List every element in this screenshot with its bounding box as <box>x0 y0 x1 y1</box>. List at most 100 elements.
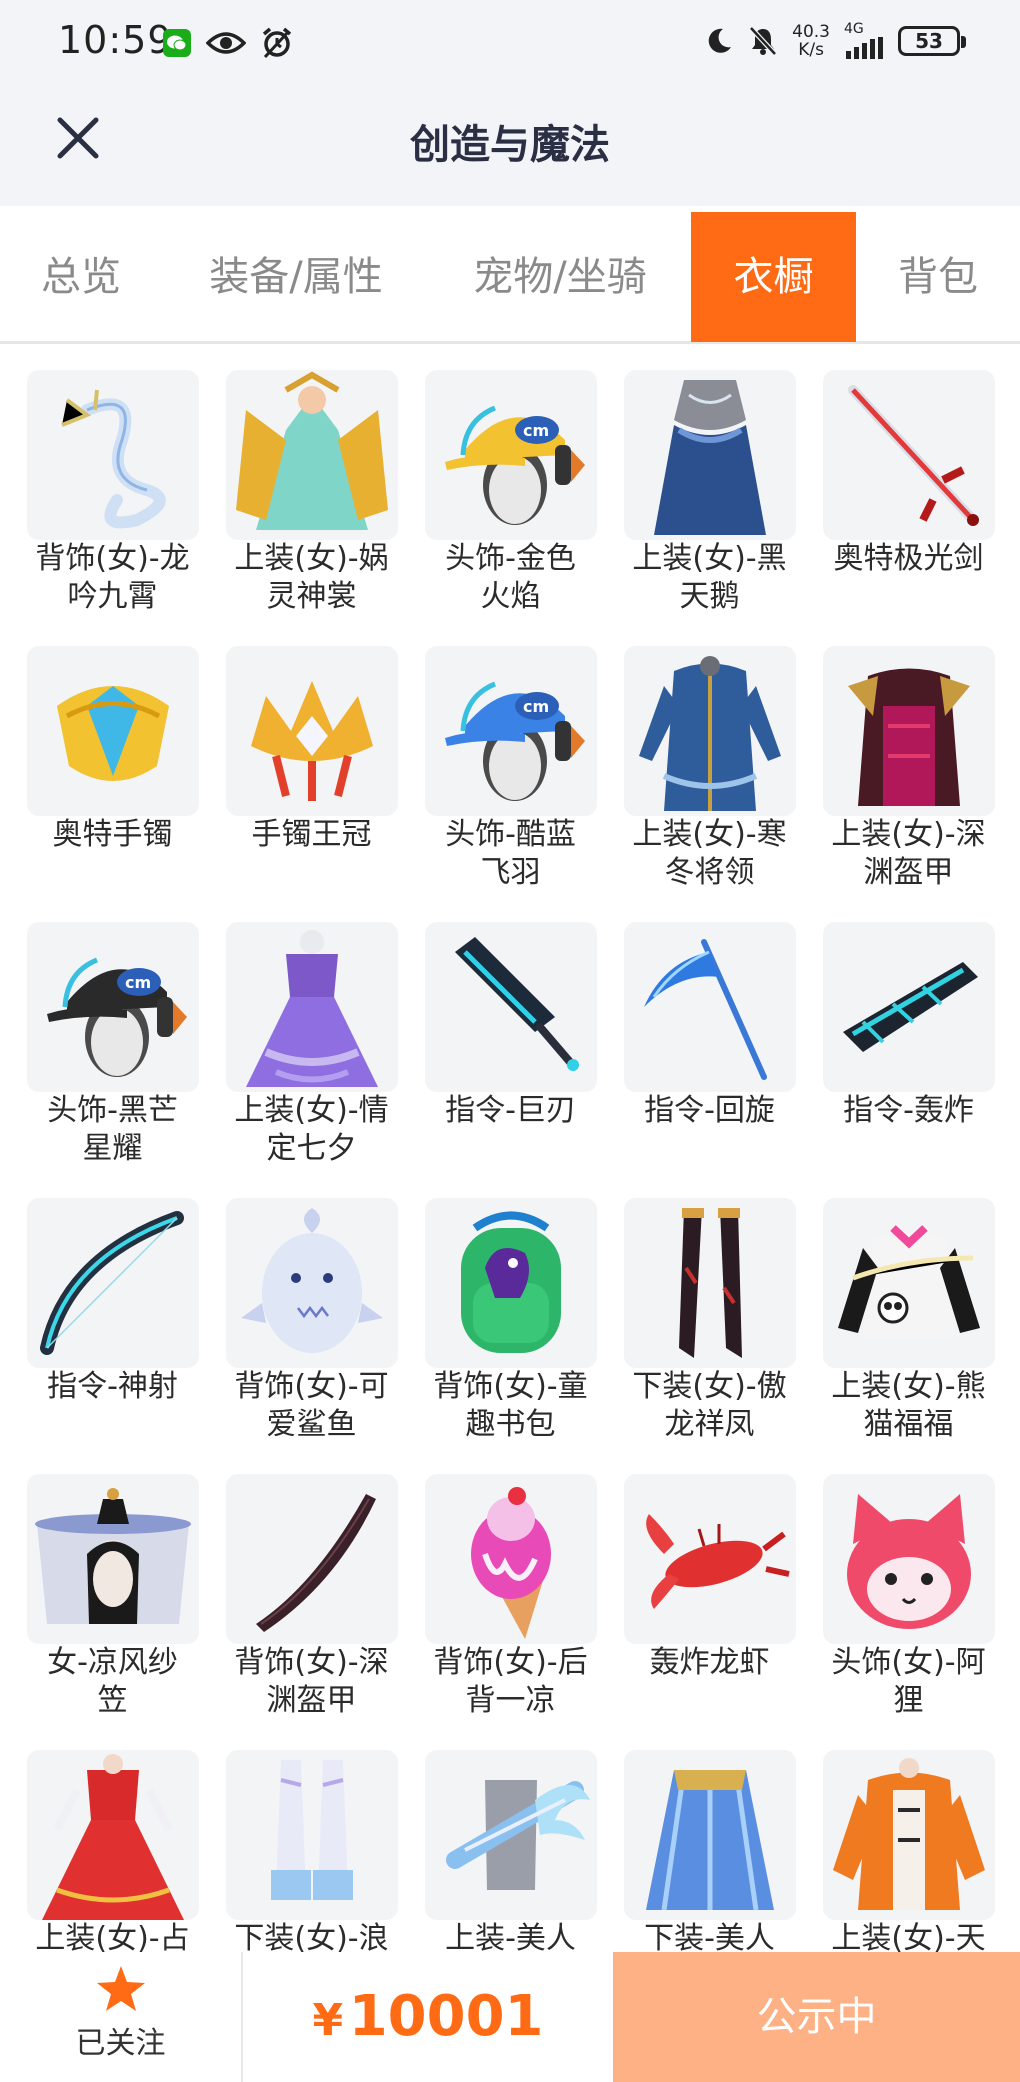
wardrobe-item[interactable]: 轰炸龙虾 <box>597 1449 796 1725</box>
item-label-line2: 灵神裳 <box>266 579 357 614</box>
tab-backpack[interactable]: 背包 <box>856 212 1020 342</box>
svg-text:cm: cm <box>523 421 549 440</box>
wardrobe-item[interactable]: 指令-回旋 <box>597 897 796 1173</box>
wardrobe-item[interactable]: 下装(女)-浪 <box>199 1725 398 1955</box>
item-label: 奥特手镯 <box>0 816 225 854</box>
item-label-line2: 飞羽 <box>480 855 541 890</box>
wing-shoulder-icon <box>425 1750 597 1920</box>
item-label-line1: 头饰-酷蓝 <box>445 817 576 852</box>
wardrobe-item[interactable]: 上装(女)-黑 天鹅 <box>597 345 796 621</box>
wardrobe-item[interactable]: 上装-美人 <box>398 1725 597 1955</box>
wardrobe-item[interactable]: cm 头饰-金色 火焰 <box>398 345 597 621</box>
item-label: 头饰-金色 火焰 <box>398 540 623 616</box>
item-label-line2: 天鹅 <box>679 579 740 614</box>
wardrobe-item[interactable]: 下装-美人 <box>597 1725 796 1955</box>
wardrobe-item[interactable]: 背饰(女)-龙 吟九霄 <box>0 345 199 621</box>
item-label-line1: 头饰-黑芒 <box>47 1093 178 1128</box>
item-label-line1: 头饰(女)-阿 <box>831 1645 986 1680</box>
wardrobe-item[interactable]: 指令-轰炸 <box>796 897 995 1173</box>
wardrobe-item[interactable]: 指令-神射 <box>0 1173 199 1449</box>
item-label-line1: 上装(女)-熊 <box>831 1369 986 1404</box>
item-label-line1: 下装-美人 <box>644 1921 775 1955</box>
wardrobe-item[interactable]: 背饰(女)-后 背一凉 <box>398 1449 597 1725</box>
wardrobe-item[interactable]: 奥特极光剑 <box>796 345 995 621</box>
item-label-line2: 吟九霄 <box>67 579 158 614</box>
wardrobe-item[interactable]: 上装(女)-娲 灵神裳 <box>199 345 398 621</box>
wardrobe-item[interactable]: 头饰(女)-阿狸 <box>796 1449 995 1725</box>
item-label-line1: 上装(女)-深 <box>831 817 986 852</box>
item-label-line1: 轰炸龙虾 <box>649 1645 770 1680</box>
wardrobe-item[interactable]: 上装(女)-情 定七夕 <box>199 897 398 1173</box>
status-bar: 10:59 40.3 K/s 4G 53 <box>0 0 1020 86</box>
wardrobe-item[interactable]: 上装(女)-深 渊盔甲 <box>796 621 995 897</box>
item-label-line1: 奥特手镯 <box>52 817 173 852</box>
item-label-line1: 背饰(女)-可 <box>234 1369 389 1404</box>
wardrobe-item[interactable]: cm 头饰-黑芒 星耀 <box>0 897 199 1173</box>
mute-bell-icon <box>749 25 777 56</box>
price: ¥ 10001 <box>243 1952 613 2082</box>
item-label-line1: 上装(女)-黑 <box>632 541 787 576</box>
item-label-line1: 上装(女)-寒 <box>632 817 787 852</box>
follow-button[interactable]: 已关注 <box>0 1952 243 2082</box>
item-label: 上装(女)-娲 灵神裳 <box>199 540 424 616</box>
wardrobe-item[interactable]: 上装(女)-寒 冬将领 <box>597 621 796 897</box>
alarm-icon <box>262 27 292 59</box>
wardrobe-item[interactable]: 背饰(女)-可 爱鲨鱼 <box>199 1173 398 1449</box>
price-value: 10001 <box>348 1984 544 2049</box>
item-label: 指令-回旋 <box>597 1092 822 1130</box>
item-label: 下装(女)-傲 龙祥凤 <box>597 1368 822 1444</box>
tab-overview[interactable]: 总览 <box>0 212 162 342</box>
currency-symbol: ¥ <box>312 1995 344 2046</box>
veil-hat-icon <box>27 1474 199 1644</box>
wardrobe-item[interactable]: 奥特手镯 <box>0 621 199 897</box>
network-type: 4G <box>844 21 864 37</box>
wardrobe-item[interactable]: 女-凉风纱笠 <box>0 1449 199 1725</box>
wardrobe-item[interactable]: 上装(女)-占 <box>0 1725 199 1955</box>
tab-bar: 总览 装备/属性 宠物/坐骑 衣橱 背包 <box>0 212 1020 344</box>
gunblade-icon <box>823 922 995 1092</box>
status-button[interactable]: 公示中 <box>613 1952 1020 2082</box>
status-left-icons <box>162 26 294 60</box>
wardrobe-item[interactable]: 背饰(女)-童 趣书包 <box>398 1173 597 1449</box>
item-label: 上装(女)-深 渊盔甲 <box>796 816 1020 892</box>
great-blade-icon <box>425 922 597 1092</box>
item-label-line1: 上装(女)-天 <box>831 1921 986 1955</box>
item-label-line2: 猫福福 <box>863 1407 954 1442</box>
wechat-icon <box>163 29 191 57</box>
item-label-line2: 笠 <box>97 1683 128 1718</box>
item-label-line1: 指令-巨刃 <box>445 1093 576 1128</box>
wardrobe-item[interactable]: cm 头饰-酷蓝 飞羽 <box>398 621 597 897</box>
bottom-bar: 已关注 ¥ 10001 公示中 <box>0 1952 1020 2082</box>
signal-group: 4G <box>844 22 884 59</box>
item-label-line2: 火焰 <box>480 579 541 614</box>
wardrobe-item[interactable]: 下装(女)-傲 龙祥凤 <box>597 1173 796 1449</box>
tab-pets[interactable]: 宠物/坐骑 <box>430 212 690 342</box>
eye-icon <box>206 32 246 54</box>
tab-equipment[interactable]: 装备/属性 <box>162 212 430 342</box>
star-icon <box>97 1966 145 2011</box>
wardrobe-item[interactable]: 手镯王冠 <box>199 621 398 897</box>
blue-uniform-icon <box>624 646 796 816</box>
item-label: 头饰-酷蓝 飞羽 <box>398 816 623 892</box>
item-label: 上装(女)-寒 冬将领 <box>597 816 822 892</box>
item-label-line2: 冬将领 <box>664 855 755 890</box>
item-label-line1: 手镯王冠 <box>251 817 372 852</box>
item-label-line1: 上装-美人 <box>445 1921 576 1955</box>
wardrobe-item[interactable]: 指令-巨刃 <box>398 897 597 1173</box>
fox-head-icon <box>823 1474 995 1644</box>
gold-bracelet-icon <box>27 646 199 816</box>
moon-icon <box>708 28 732 53</box>
wardrobe-item[interactable]: 上装(女)-熊 猫福福 <box>796 1173 995 1449</box>
item-label: 轰炸龙虾 <box>597 1644 822 1682</box>
wardrobe-item[interactable]: 上装(女)-天 <box>796 1725 995 1955</box>
tab-wardrobe[interactable]: 衣橱 <box>691 212 856 342</box>
item-label: 上装(女)-占 <box>0 1920 225 1955</box>
abyss-armor-icon <box>823 646 995 816</box>
item-label: 背饰(女)-龙 吟九霄 <box>0 540 225 616</box>
gold-cap-icon: cm <box>425 370 597 540</box>
item-label-line2: 背一凉 <box>465 1683 556 1718</box>
net-speed: 40.3 K/s <box>792 21 830 60</box>
item-label-line1: 上装(女)-情 <box>234 1093 389 1128</box>
wardrobe-item[interactable]: 背饰(女)-深 渊盔甲 <box>199 1449 398 1725</box>
item-label: 上装(女)-情 定七夕 <box>199 1092 424 1168</box>
